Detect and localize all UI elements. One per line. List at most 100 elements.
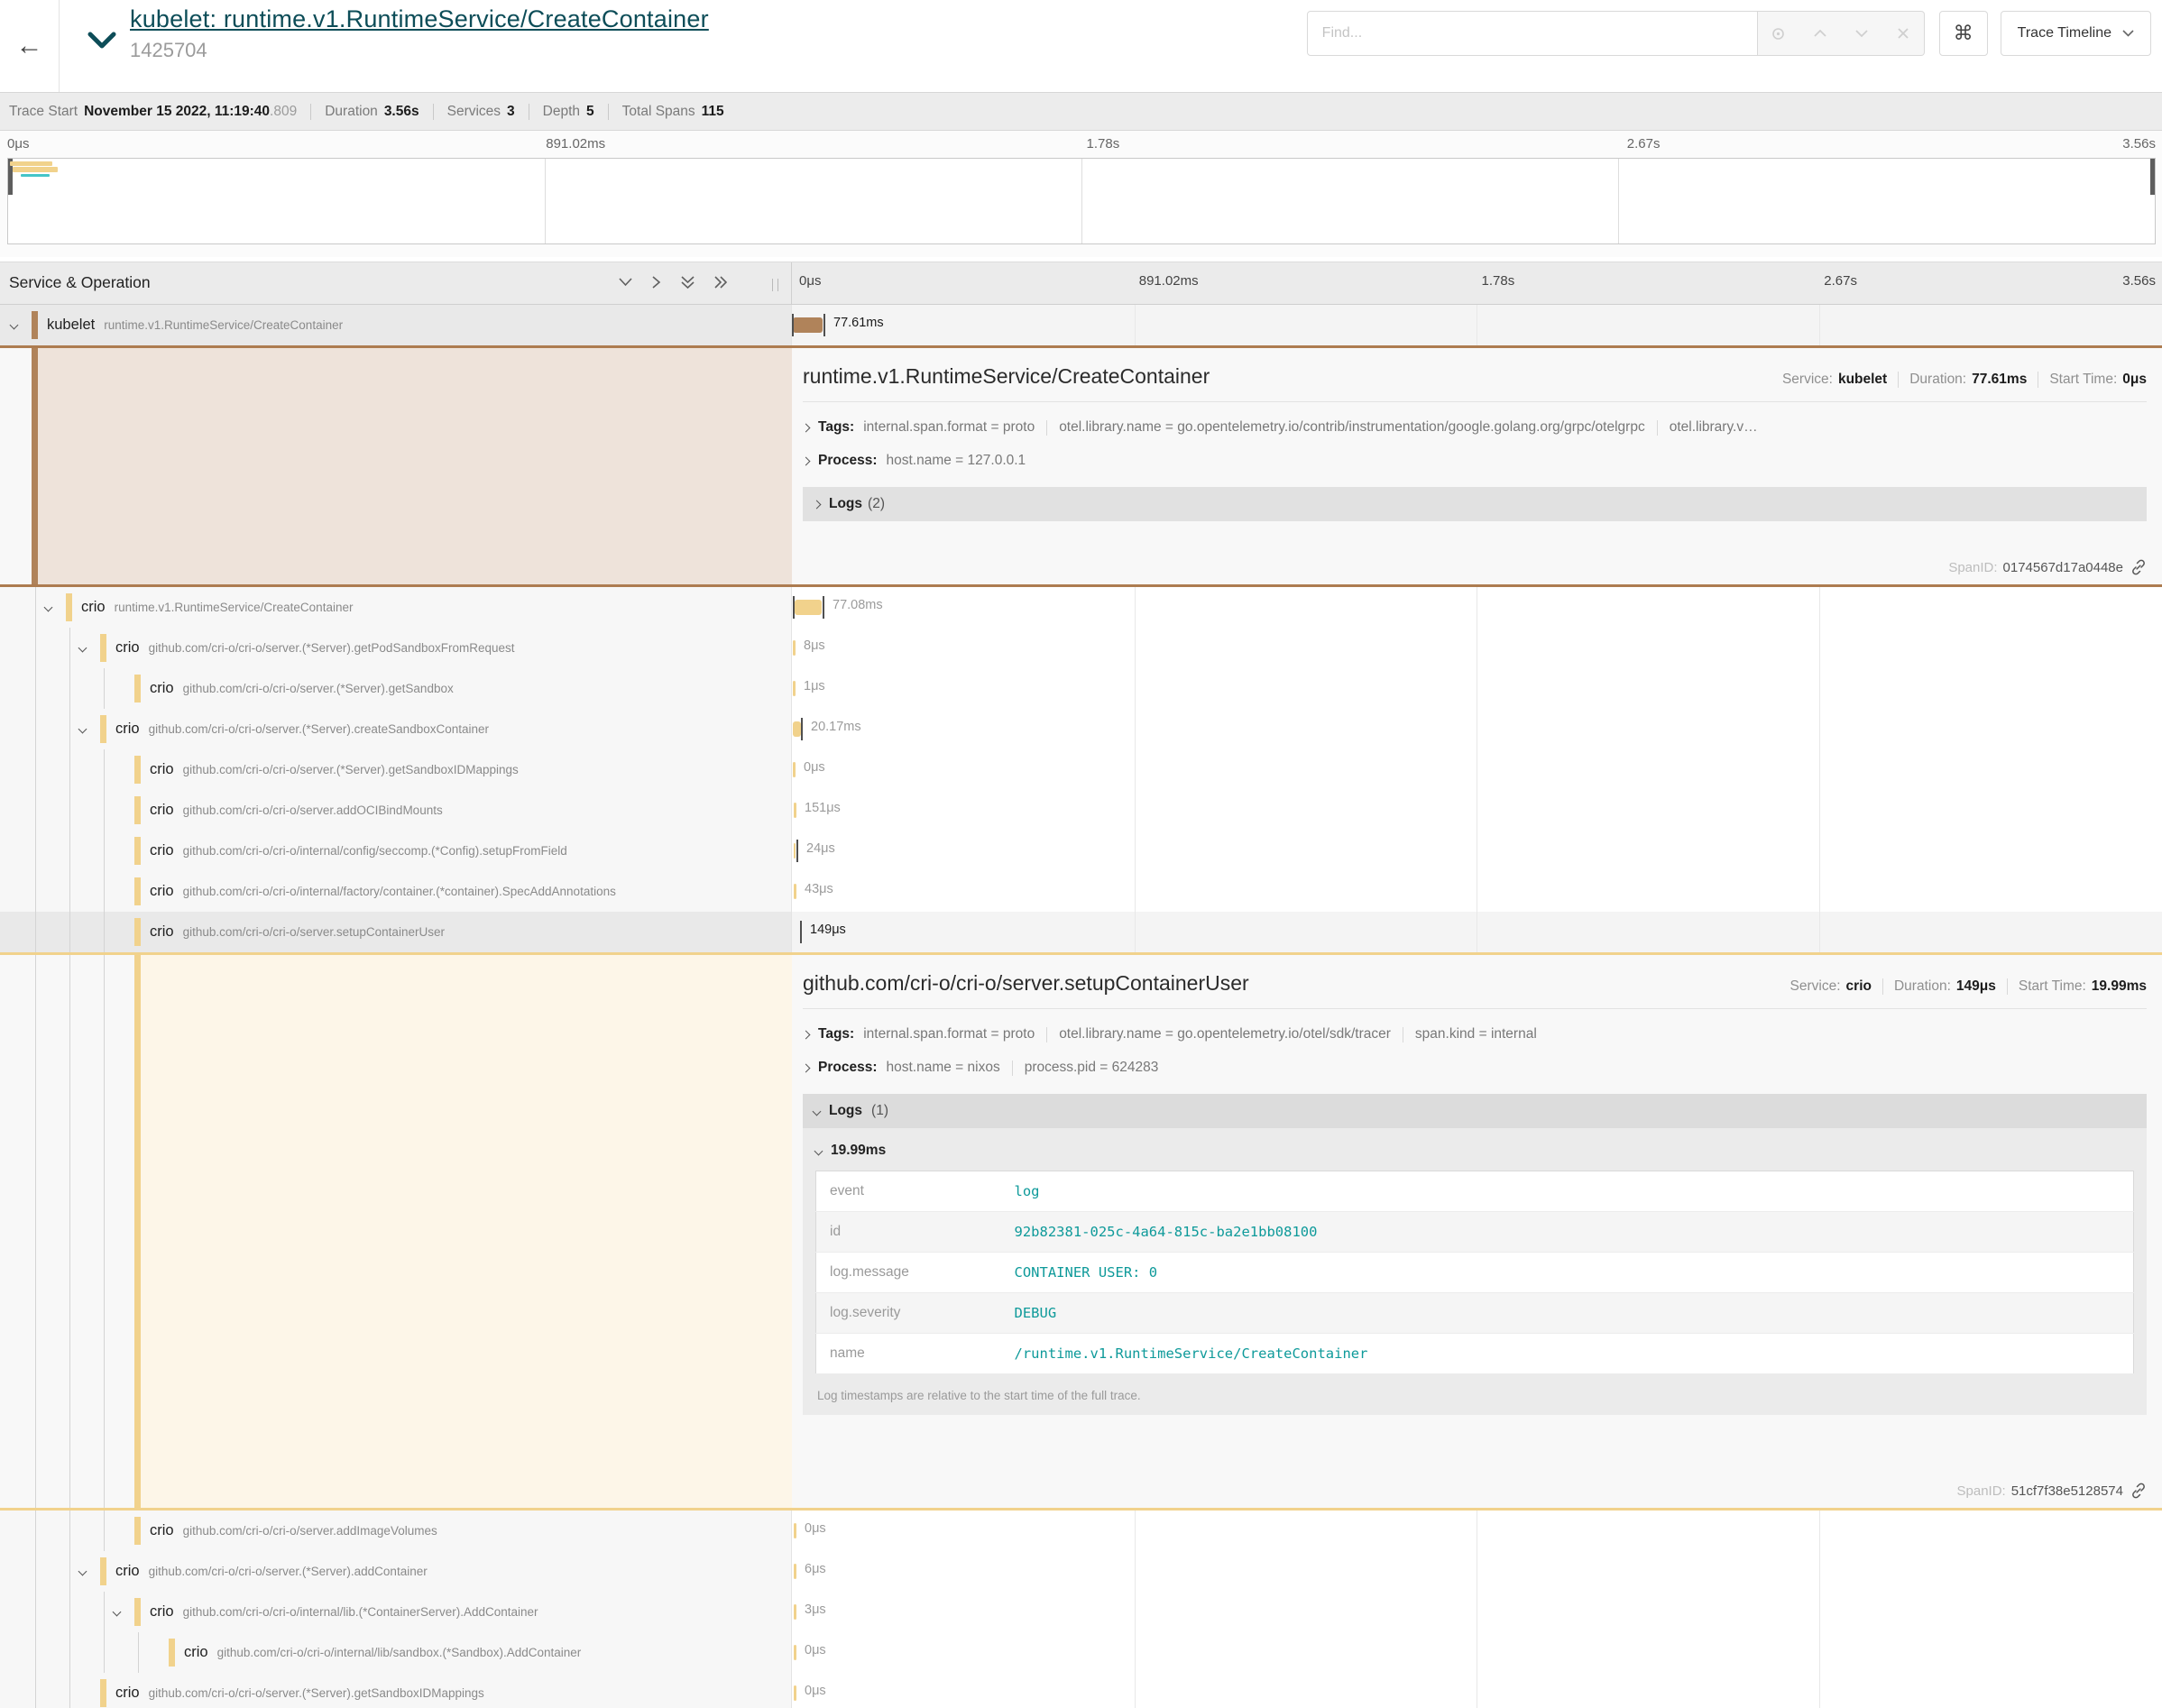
span-row[interactable]: criogithub.com/cri-o/cri-o/server.(*Serv… [0, 1673, 2162, 1708]
collapse-trace-header-icon[interactable] [87, 31, 117, 55]
span-timeline-cell[interactable]: 151μs [792, 790, 2162, 831]
span-duration-bar[interactable] [794, 1685, 796, 1701]
clear-find-icon[interactable] [1882, 12, 1924, 55]
span-timeline-cell[interactable]: 3μs [792, 1592, 2162, 1632]
chevron-down-icon[interactable] [78, 644, 87, 653]
span-timeline-cell[interactable]: 1μs [792, 668, 2162, 709]
chevron-down-icon[interactable] [78, 725, 87, 734]
span-duration-bar[interactable] [794, 1645, 796, 1660]
span-name-cell[interactable]: criogithub.com/cri-o/cri-o/server.(*Serv… [0, 628, 792, 668]
span-timeline-cell[interactable]: 77.08ms [792, 587, 2162, 628]
chevron-down-icon[interactable] [44, 603, 53, 612]
span-timeline-cell[interactable]: 6μs [792, 1551, 2162, 1592]
tags-accordion[interactable]: Tags: internal.span.format = proto otel.… [803, 1026, 2147, 1042]
span-duration-bar[interactable] [794, 1523, 796, 1538]
span-row[interactable]: crioruntime.v1.RuntimeService/CreateCont… [0, 587, 2162, 628]
find-input[interactable] [1307, 11, 1758, 56]
minimap-right-handle[interactable] [2150, 159, 2155, 195]
prev-match-icon[interactable] [1799, 12, 1841, 55]
span-row[interactable]: criogithub.com/cri-o/cri-o/server.addOCI… [0, 790, 2162, 831]
span-name-cell[interactable]: criogithub.com/cri-o/cri-o/server.addIma… [0, 1511, 792, 1551]
span-name-cell[interactable]: criogithub.com/cri-o/cri-o/server.setupC… [0, 912, 792, 952]
chevron-down-icon[interactable] [78, 1567, 87, 1576]
span-duration-bar[interactable] [794, 843, 796, 859]
chevron-down-icon[interactable] [113, 1608, 122, 1617]
span-name-cell[interactable]: criogithub.com/cri-o/cri-o/server.(*Serv… [0, 668, 792, 709]
span-duration-bar[interactable] [793, 762, 796, 777]
expand-one-icon[interactable] [651, 275, 662, 292]
span-timeline-cell[interactable]: 0μs [792, 1632, 2162, 1673]
span-duration-bar[interactable] [793, 640, 796, 656]
span-duration-bar[interactable] [794, 1604, 796, 1620]
span-row[interactable]: criogithub.com/cri-o/cri-o/server.(*Serv… [0, 709, 2162, 749]
span-row[interactable]: criogithub.com/cri-o/cri-o/server.addIma… [0, 1511, 2162, 1551]
link-icon[interactable] [2130, 1483, 2147, 1499]
link-icon[interactable] [2130, 559, 2147, 575]
span-timeline-cell[interactable]: 20.17ms [792, 709, 2162, 749]
span-name-cell[interactable]: criogithub.com/cri-o/cri-o/internal/lib.… [0, 1592, 792, 1632]
indent-guide [69, 1592, 70, 1632]
span-name-cell[interactable]: criogithub.com/cri-o/cri-o/server.(*Serv… [0, 709, 792, 749]
span-row[interactable]: criogithub.com/cri-o/cri-o/server.(*Serv… [0, 1551, 2162, 1592]
span-duration-bar[interactable] [794, 884, 796, 899]
span-duration-bar[interactable] [795, 600, 822, 615]
span-name-cell[interactable]: criogithub.com/cri-o/cri-o/server.(*Serv… [0, 1551, 792, 1592]
collapse-one-icon[interactable] [618, 275, 633, 292]
service-label: Service: [1782, 372, 1833, 388]
logs-label: Logs [829, 1103, 862, 1119]
span-duration-bar[interactable] [793, 681, 796, 696]
collapse-all-icon[interactable] [680, 275, 695, 292]
logs-accordion[interactable]: Logs (2) [803, 487, 2147, 521]
span-timeline-cell[interactable]: 149μs [792, 912, 2162, 952]
span-name-cell[interactable]: criogithub.com/cri-o/cri-o/internal/conf… [0, 831, 792, 871]
span-timeline-cell[interactable]: 0μs [792, 1673, 2162, 1708]
span-duration-bar[interactable] [794, 1564, 796, 1579]
span-duration-bar[interactable] [793, 317, 823, 333]
span-duration-bar[interactable] [794, 803, 796, 818]
indent-guide [35, 955, 36, 1508]
logs-accordion[interactable]: Logs (1) [803, 1094, 2147, 1128]
span-row[interactable]: criogithub.com/cri-o/cri-o/server.(*Serv… [0, 628, 2162, 668]
divider [1898, 372, 1899, 388]
span-name-cell[interactable]: criogithub.com/cri-o/cri-o/server.addOCI… [0, 790, 792, 831]
keyboard-shortcuts-button[interactable]: ⌘ [1939, 11, 1988, 56]
focus-icon[interactable] [1758, 12, 1799, 55]
span-name-cell[interactable]: criogithub.com/cri-o/cri-o/internal/fact… [0, 871, 792, 912]
span-name-cell[interactable]: criogithub.com/cri-o/cri-o/server.(*Serv… [0, 1673, 792, 1708]
span-row[interactable]: criogithub.com/cri-o/cri-o/server.setupC… [0, 912, 2162, 952]
span-row[interactable]: criogithub.com/cri-o/cri-o/internal/conf… [0, 831, 2162, 871]
column-resizer-handle[interactable] [772, 279, 778, 291]
span-row[interactable]: criogithub.com/cri-o/cri-o/server.(*Serv… [0, 749, 2162, 790]
view-selector-button[interactable]: Trace Timeline [2001, 11, 2151, 56]
span-duration-bar[interactable] [793, 721, 801, 737]
minimap-canvas[interactable] [7, 158, 2156, 244]
span-name-cell[interactable]: crioruntime.v1.RuntimeService/CreateCont… [0, 587, 792, 628]
span-name-cell[interactable]: criogithub.com/cri-o/cri-o/server.(*Serv… [0, 749, 792, 790]
span-timeline-cell[interactable]: 8μs [792, 628, 2162, 668]
span-row[interactable]: criogithub.com/cri-o/cri-o/internal/lib.… [0, 1592, 2162, 1632]
span-row[interactable]: criogithub.com/cri-o/cri-o/internal/fact… [0, 871, 2162, 912]
span-timeline-cell[interactable]: 24μs [792, 831, 2162, 871]
span-timeline-cell[interactable]: 77.61ms [792, 305, 2162, 345]
trace-title-link[interactable]: kubelet: runtime.v1.RuntimeService/Creat… [130, 5, 709, 32]
tags-accordion[interactable]: Tags: internal.span.format = proto otel.… [803, 419, 2147, 436]
log-entry-accordion[interactable]: 19.99ms [815, 1143, 2134, 1159]
span-name-cell[interactable]: kubeletruntime.v1.RuntimeService/CreateC… [0, 305, 792, 345]
span-name-cell[interactable]: criogithub.com/cri-o/cri-o/internal/lib/… [0, 1632, 792, 1673]
minimap-tick: 0μs [7, 136, 30, 152]
span-timeline-cell[interactable]: 0μs [792, 1511, 2162, 1551]
process-accordion[interactable]: Process: host.name = nixos process.pid =… [803, 1060, 2147, 1076]
span-timeline-cell[interactable]: 43μs [792, 871, 2162, 912]
chevron-down-icon[interactable] [10, 321, 19, 330]
next-match-icon[interactable] [1841, 12, 1882, 55]
expand-all-icon[interactable] [713, 275, 728, 292]
command-icon: ⌘ [1954, 22, 1973, 45]
span-row[interactable]: criogithub.com/cri-o/cri-o/internal/lib/… [0, 1632, 2162, 1673]
span-timeline-cell[interactable]: 0μs [792, 749, 2162, 790]
span-row[interactable]: criogithub.com/cri-o/cri-o/server.(*Serv… [0, 668, 2162, 709]
span-row[interactable]: kubeletruntime.v1.RuntimeService/CreateC… [0, 305, 2162, 345]
indent-guide [69, 1511, 70, 1551]
back-button[interactable]: ← [0, 0, 60, 92]
process-accordion[interactable]: Process: host.name = 127.0.0.1 [803, 453, 2147, 469]
span-color-bar [134, 1598, 141, 1626]
